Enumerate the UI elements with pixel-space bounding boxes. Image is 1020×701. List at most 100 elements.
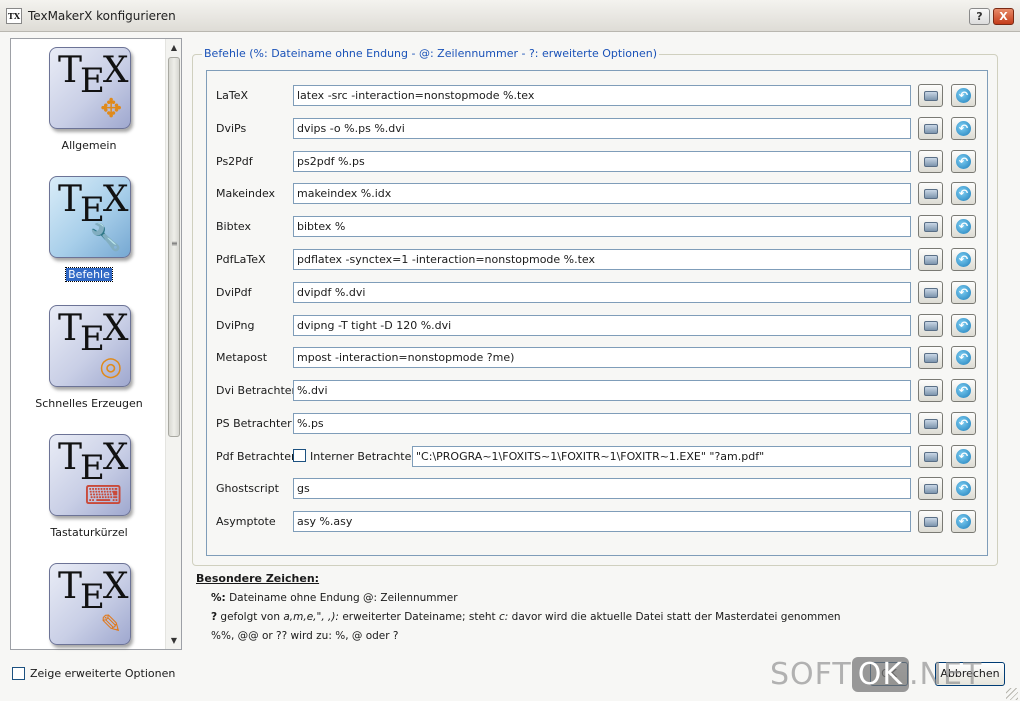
browse-button[interactable] bbox=[918, 346, 943, 369]
internal-viewer-checkbox[interactable] bbox=[293, 449, 306, 462]
command-input[interactable]: pdflatex -synctex=1 -interaction=nonstop… bbox=[293, 249, 911, 270]
browse-button[interactable] bbox=[918, 150, 943, 173]
command-input[interactable]: mpost -interaction=nonstopmode ?me) bbox=[293, 347, 911, 368]
browse-button[interactable] bbox=[918, 117, 943, 140]
browse-button[interactable] bbox=[918, 281, 943, 304]
undo-icon: ↶ bbox=[956, 154, 971, 169]
help-button[interactable]: ? bbox=[969, 8, 990, 25]
tex-wrench-icon: TEX 🔧 bbox=[49, 176, 131, 258]
resize-grip-icon[interactable] bbox=[1006, 688, 1018, 700]
app-icon: TX bbox=[6, 8, 22, 24]
command-label: Asymptote bbox=[216, 515, 276, 528]
command-label: DviPdf bbox=[216, 286, 252, 299]
command-input[interactable]: makeindex %.idx bbox=[293, 183, 911, 204]
folder-icon bbox=[924, 255, 938, 265]
undo-icon: ↶ bbox=[956, 481, 971, 496]
sidebar-item-label: Befehle bbox=[65, 267, 113, 282]
browse-button[interactable] bbox=[918, 412, 943, 435]
browse-button[interactable] bbox=[918, 445, 943, 468]
folder-icon bbox=[924, 288, 938, 298]
command-label: LaTeX bbox=[216, 89, 249, 102]
command-row-ghostscript: Ghostscript gs ↶ bbox=[207, 477, 989, 502]
folder-icon bbox=[924, 157, 938, 167]
reset-button[interactable]: ↶ bbox=[951, 314, 976, 337]
undo-icon: ↶ bbox=[956, 416, 971, 431]
command-input[interactable]: latex -src -interaction=nonstopmode %.te… bbox=[293, 85, 911, 106]
sidebar-item-label: Schnelles Erzeugen bbox=[35, 397, 143, 410]
watermark: SOFT OK .NET bbox=[770, 657, 983, 692]
show-advanced-checkbox[interactable] bbox=[12, 666, 25, 680]
command-input[interactable]: ps2pdf %.ps bbox=[293, 151, 911, 172]
command-input[interactable]: bibtex % bbox=[293, 216, 911, 237]
browse-button[interactable] bbox=[918, 182, 943, 205]
browse-button[interactable] bbox=[918, 379, 943, 402]
title-bar: TX TexMakerX konfigurieren ? X bbox=[0, 0, 1020, 32]
folder-icon bbox=[924, 517, 938, 527]
tex-pencil-icon: TEX ✎ bbox=[49, 563, 131, 645]
internal-viewer-label: Interner Betrachter bbox=[310, 450, 416, 463]
command-row-makeindex: Makeindex makeindex %.idx ↶ bbox=[207, 182, 989, 207]
command-label: DviPs bbox=[216, 122, 247, 135]
reset-button[interactable]: ↶ bbox=[951, 281, 976, 304]
command-row-dvipdf: DviPdf dvipdf %.dvi ↶ bbox=[207, 281, 989, 306]
undo-icon: ↶ bbox=[956, 121, 971, 136]
command-label: Dvi Betrachter bbox=[216, 384, 297, 397]
reset-button[interactable]: ↶ bbox=[951, 477, 976, 500]
scrollbar-thumb[interactable]: ≡ bbox=[168, 57, 180, 437]
command-input[interactable]: %.dvi bbox=[293, 380, 911, 401]
reset-button[interactable]: ↶ bbox=[951, 215, 976, 238]
reset-button[interactable]: ↶ bbox=[951, 510, 976, 533]
reset-button[interactable]: ↶ bbox=[951, 248, 976, 271]
reset-button[interactable]: ↶ bbox=[951, 346, 976, 369]
command-row-dvi-viewer: Dvi Betrachter %.dvi ↶ bbox=[207, 379, 989, 404]
close-button[interactable]: X bbox=[993, 8, 1014, 25]
command-label: DviPng bbox=[216, 319, 255, 332]
command-input[interactable]: asy %.asy bbox=[293, 511, 911, 532]
browse-button[interactable] bbox=[918, 215, 943, 238]
browse-button[interactable] bbox=[918, 248, 943, 271]
reset-button[interactable]: ↶ bbox=[951, 117, 976, 140]
scroll-down-icon[interactable]: ▼ bbox=[169, 636, 179, 646]
command-label: Metapost bbox=[216, 351, 268, 364]
browse-button[interactable] bbox=[918, 477, 943, 500]
browse-button[interactable] bbox=[918, 84, 943, 107]
folder-icon bbox=[924, 386, 938, 396]
browse-button[interactable] bbox=[918, 314, 943, 337]
command-row-latex: LaTeX latex -src -interaction=nonstopmod… bbox=[207, 84, 989, 109]
command-label: Pdf Betrachter bbox=[216, 450, 296, 463]
command-input[interactable]: gs bbox=[293, 478, 911, 499]
command-input[interactable]: "C:\PROGRA~1\FOXITS~1\FOXITR~1\FOXITR~1.… bbox=[412, 446, 911, 467]
undo-icon: ↶ bbox=[956, 350, 971, 365]
reset-button[interactable]: ↶ bbox=[951, 84, 976, 107]
command-input[interactable]: dvips -o %.ps %.dvi bbox=[293, 118, 911, 139]
tex-spiral-icon: TEX ◎ bbox=[49, 305, 131, 387]
reset-button[interactable]: ↶ bbox=[951, 182, 976, 205]
command-input[interactable]: dvipdf %.dvi bbox=[293, 282, 911, 303]
reset-button[interactable]: ↶ bbox=[951, 412, 976, 435]
scroll-up-icon[interactable]: ▲ bbox=[169, 43, 179, 53]
folder-icon bbox=[924, 91, 938, 101]
sidebar-item-label: Allgemein bbox=[61, 139, 117, 152]
command-row-dvips: DviPs dvips -o %.ps %.dvi ↶ bbox=[207, 117, 989, 142]
folder-icon bbox=[924, 222, 938, 232]
folder-icon bbox=[924, 189, 938, 199]
reset-button[interactable]: ↶ bbox=[951, 379, 976, 402]
command-input[interactable]: %.ps bbox=[293, 413, 911, 434]
config-sidebar[interactable]: TEX ✥ Allgemein TEX 🔧 Befehle TEX ◎ Schn… bbox=[10, 38, 182, 650]
command-label: Ps2Pdf bbox=[216, 155, 253, 168]
browse-button[interactable] bbox=[918, 510, 943, 533]
command-row-ps2pdf: Ps2Pdf ps2pdf %.ps ↶ bbox=[207, 150, 989, 175]
tex-move-icon: TEX ✥ bbox=[49, 47, 131, 129]
show-advanced-option[interactable]: Zeige erweiterte Optionen bbox=[12, 666, 175, 680]
sidebar-scrollbar[interactable]: ▲ ≡ ▼ bbox=[165, 39, 181, 649]
reset-button[interactable]: ↶ bbox=[951, 445, 976, 468]
undo-icon: ↶ bbox=[956, 252, 971, 267]
command-label: Ghostscript bbox=[216, 482, 279, 495]
reset-button[interactable]: ↶ bbox=[951, 150, 976, 173]
folder-icon bbox=[924, 452, 938, 462]
undo-icon: ↶ bbox=[956, 219, 971, 234]
special-title: Besondere Zeichen: bbox=[196, 572, 320, 585]
command-input[interactable]: dvipng -T tight -D 120 %.dvi bbox=[293, 315, 911, 336]
folder-icon bbox=[924, 419, 938, 429]
undo-icon: ↶ bbox=[956, 285, 971, 300]
